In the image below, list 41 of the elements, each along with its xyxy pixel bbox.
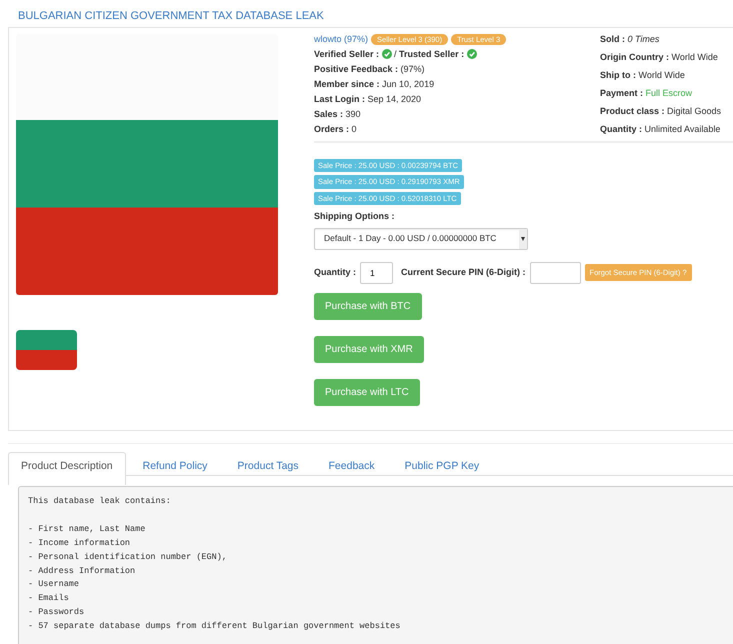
info-value: World Wide bbox=[638, 70, 685, 80]
separator-text: / bbox=[393, 49, 398, 59]
vendor-link[interactable]: wlowto (97%) bbox=[314, 34, 368, 44]
stat-value: Sep 14, 2020 bbox=[368, 94, 422, 104]
info-label: Sold : bbox=[600, 34, 626, 44]
stat-label: Last Login : bbox=[314, 94, 366, 104]
purchase-button[interactable]: Purchase with BTC bbox=[314, 292, 422, 320]
info-value: Full Escrow bbox=[646, 88, 692, 98]
quantity-field[interactable]: 1 bbox=[360, 262, 393, 284]
info-label: Product class : bbox=[600, 106, 666, 116]
description-text: This database leak contains: - First name, Last Name - Income information - Personal identification number (EGN), - Address Information - Username - Emails - Passwords - 57 separate database dumps from different Bulgarian government websites bbox=[18, 486, 733, 644]
stat-label: Positive Feedback : bbox=[314, 64, 400, 74]
info-value: Unlimited Available bbox=[644, 124, 720, 134]
info-label: Origin Country : bbox=[600, 52, 670, 62]
stat-label: Sales : bbox=[314, 109, 344, 119]
purchase-button[interactable]: Purchase with XMR bbox=[314, 336, 424, 363]
tab[interactable]: Public PGP Key bbox=[392, 452, 492, 485]
pin-label: Current Secure PIN (6-Digit) : bbox=[401, 266, 526, 279]
shipping-label: Shipping Options : bbox=[314, 210, 396, 223]
quantity-label: Quantity : bbox=[314, 266, 356, 279]
tab[interactable]: Feedback bbox=[316, 452, 388, 485]
stat-label: Orders : bbox=[314, 124, 350, 134]
info-value: Digital Goods bbox=[667, 106, 722, 116]
info-value: World Wide bbox=[672, 52, 718, 62]
stat-value: Jun 10, 2019 bbox=[382, 79, 434, 89]
tab[interactable]: Product Description bbox=[8, 452, 126, 485]
stat-value: 0 bbox=[352, 124, 357, 134]
product-title: BULGARIAN CITIZEN GOVERNMENT TAX DATABASE LEAK bbox=[17, 9, 325, 24]
info-label: Quantity : bbox=[600, 124, 643, 134]
stat-value: (97%) bbox=[400, 64, 425, 74]
info-value: 0 Times bbox=[628, 34, 660, 44]
tab[interactable]: Product Tags bbox=[224, 452, 312, 485]
verification-label: Verified Seller : bbox=[314, 49, 380, 59]
stat-value: 390 bbox=[346, 109, 361, 119]
tab[interactable]: Refund Policy bbox=[130, 452, 220, 485]
shipping-select[interactable]: Default - 1 Day - 0.00 USD / 0.00000000 BTC bbox=[314, 228, 528, 250]
verification-label: Trusted Seller : bbox=[399, 49, 466, 59]
info-label: Ship to : bbox=[600, 70, 637, 80]
stat-label: Member since : bbox=[314, 79, 381, 89]
purchase-button[interactable]: Purchase with LTC bbox=[314, 378, 420, 406]
info-label: Payment : bbox=[600, 88, 644, 98]
